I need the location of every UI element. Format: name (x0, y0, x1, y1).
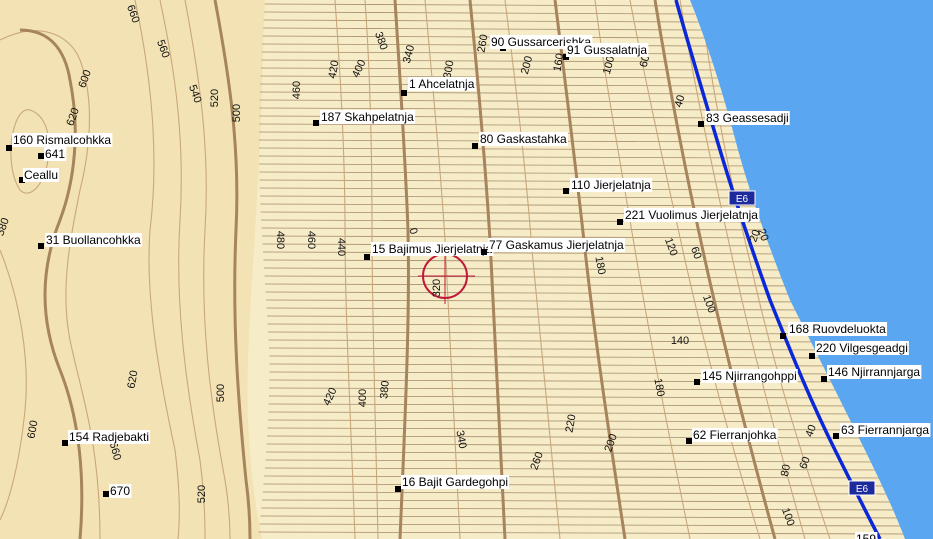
poi-label[interactable]: 16 Bajit Gardegohpi (402, 475, 508, 489)
poi-marker-icon[interactable] (809, 353, 815, 359)
map-poi[interactable]: 145 Njirrangohppi (694, 369, 798, 385)
poi-label[interactable]: 160 Rismalcohkka (13, 133, 111, 147)
poi-marker-icon[interactable] (38, 243, 44, 249)
poi-label[interactable]: 159 (856, 532, 876, 539)
map-poi[interactable]: 31 Buollancohkka (38, 233, 143, 249)
contour-elevation-label: 460 (291, 81, 303, 99)
poi-label[interactable]: 80 Gaskastahka (480, 132, 567, 146)
poi-marker-icon[interactable] (780, 333, 786, 339)
poi-marker-icon[interactable] (472, 143, 478, 149)
poi-label[interactable]: 221 Vuolimus Jierjelatnja (625, 208, 758, 222)
contour-elevation-label: 440 (335, 238, 347, 256)
contour-elevation-label: 380 (378, 380, 392, 399)
road-shield-label: E6 (856, 484, 869, 495)
map-poi[interactable]: 63 Fierrannjarga (833, 423, 931, 439)
e6-shield: E6 (728, 190, 756, 206)
road-shield-label: E6 (736, 194, 749, 205)
contour-elevation-label: 140 (671, 335, 689, 347)
map-poi[interactable]: 62 Fierranjohka (686, 428, 778, 444)
poi-label[interactable]: 168 Ruovdeluokta (789, 322, 886, 336)
poi-marker-icon[interactable] (6, 145, 12, 151)
contour-elevation-label: 80 (779, 463, 793, 477)
poi-marker-icon[interactable] (694, 379, 700, 385)
poi-marker-icon[interactable] (698, 121, 704, 127)
poi-marker-icon[interactable] (617, 219, 623, 225)
poi-label[interactable]: 83 Geassesadji (706, 111, 789, 125)
poi-label[interactable]: 77 Gaskamus Jierjelatnja (489, 238, 624, 252)
topographic-map[interactable]: E6E6 660600620580560540 520500380340420 40… (0, 0, 933, 539)
map-poi[interactable]: 83 Geassesadji (698, 111, 790, 127)
contour-elevation-label: 400 (357, 389, 369, 407)
contour-elevation-label: 480 (274, 231, 286, 249)
poi-marker-icon[interactable] (481, 249, 487, 255)
poi-label[interactable]: 187 Skahpelatnja (321, 110, 414, 124)
mountain-area (0, 0, 265, 539)
poi-marker-icon[interactable] (401, 90, 407, 96)
poi-label[interactable]: 62 Fierranjohka (693, 428, 777, 442)
poi-marker-icon[interactable] (364, 254, 370, 260)
poi-marker-icon[interactable] (821, 376, 827, 382)
poi-label[interactable]: Ceallu (24, 168, 58, 182)
map-poi[interactable]: 187 Skahpelatnja (313, 110, 416, 126)
poi-marker-icon[interactable] (62, 440, 68, 446)
poi-marker-icon[interactable] (38, 153, 44, 159)
poi-label[interactable]: 31 Buollancohkka (46, 233, 141, 247)
contour-elevation-label: 500 (231, 104, 243, 122)
poi-marker-icon[interactable] (686, 438, 692, 444)
poi-label[interactable]: 670 (110, 484, 130, 498)
poi-marker-icon[interactable] (833, 433, 839, 439)
poi-label[interactable]: 63 Fierrannjarga (841, 423, 929, 437)
contour-elevation-label: 320 (431, 279, 443, 297)
poi-label[interactable]: 641 (45, 147, 65, 161)
e6-shield: E6 (848, 480, 876, 496)
poi-marker-icon[interactable] (103, 491, 109, 497)
contour-elevation-label: 520 (209, 89, 221, 107)
map-poi[interactable]: 159 (855, 532, 878, 539)
poi-label[interactable]: 146 Njirrannjarga (828, 365, 920, 379)
poi-label[interactable]: 1 Ahcelatnja (409, 77, 475, 91)
poi-label[interactable]: 145 Njirrangohppi (702, 369, 797, 383)
poi-label[interactable]: 154 Radjebakti (69, 430, 149, 444)
poi-label[interactable]: 91 Gussalatnja (567, 43, 647, 57)
contour-elevation-label: 500 (215, 384, 227, 402)
poi-label[interactable]: 220 Vilgesgeadgi (816, 341, 908, 355)
map-poi[interactable]: 110 Jierjelatnja (563, 178, 653, 194)
contour-elevation-label: 520 (196, 485, 208, 503)
contour-elevation-label: 460 (305, 231, 317, 249)
map-poi[interactable]: Ceallu (19, 168, 60, 183)
poi-marker-icon[interactable] (563, 188, 569, 194)
poi-marker-icon[interactable] (395, 486, 401, 492)
map-poi[interactable]: 154 Radjebakti (62, 430, 151, 446)
poi-marker-icon[interactable] (313, 120, 319, 126)
poi-label[interactable]: 15 Bajimus Jierjelatnja (372, 242, 492, 256)
poi-label[interactable]: 110 Jierjelatnja (571, 178, 651, 192)
